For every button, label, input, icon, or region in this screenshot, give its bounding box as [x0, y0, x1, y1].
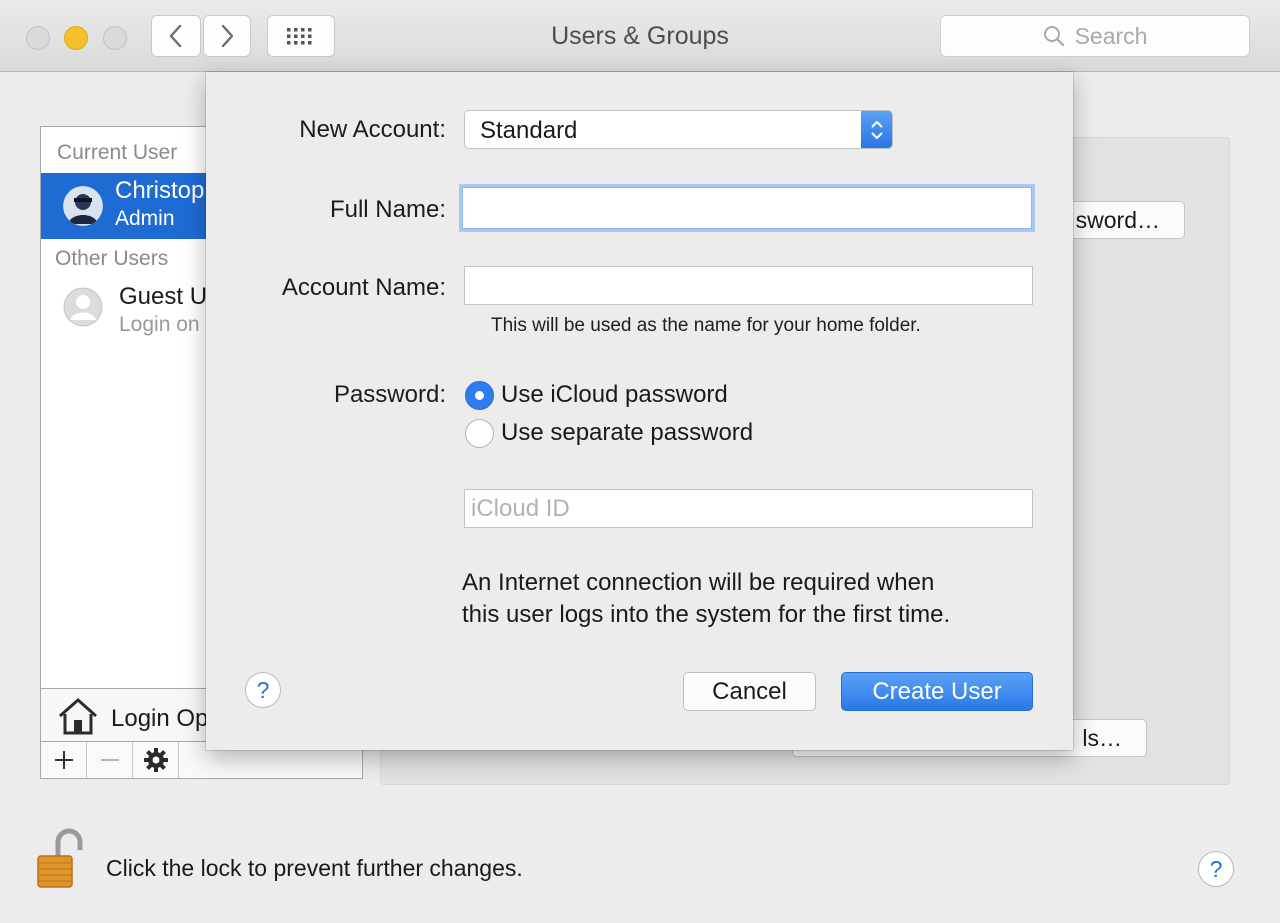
use-icloud-password-radio[interactable]	[465, 381, 494, 410]
full-name-label: Full Name:	[329, 196, 446, 223]
chevron-left-icon	[169, 24, 182, 48]
account-name-label: Account Name:	[281, 274, 446, 301]
minus-icon	[100, 759, 119, 761]
title-bar: Users & Groups Search	[0, 0, 1280, 72]
internet-required-note-line2: this user logs into the system for the f…	[462, 601, 951, 628]
lock-status-text: Click the lock to prevent further change…	[106, 855, 523, 881]
search-placeholder: Search	[1074, 22, 1148, 49]
show-all-button[interactable]	[267, 15, 335, 57]
search-icon	[1043, 26, 1064, 47]
change-password-label: sword…	[1075, 206, 1160, 233]
guest-user-status: Login on	[119, 313, 200, 336]
sheet-help-button[interactable]: ?	[245, 672, 281, 708]
action-menu-button[interactable]	[133, 742, 179, 778]
forward-button[interactable]	[203, 15, 251, 57]
account-type-value: Standard	[480, 117, 578, 144]
other-users-header: Other Users	[55, 247, 169, 270]
window-title: Users & Groups	[551, 22, 729, 50]
password-label: Password:	[333, 381, 446, 408]
login-options-label: Login Op	[111, 705, 209, 732]
close-window-button[interactable]	[26, 26, 50, 50]
grid-icon	[287, 28, 312, 45]
current-user-header: Current User	[57, 141, 178, 164]
create-user-button[interactable]: Create User	[841, 672, 1033, 711]
home-folder-hint: This will be used as the name for your h…	[491, 315, 921, 336]
new-account-sheet	[206, 72, 1073, 750]
gear-icon	[143, 748, 168, 772]
use-icloud-password-label[interactable]: Use iCloud password	[501, 381, 728, 409]
full-name-input[interactable]	[462, 187, 1032, 229]
back-button[interactable]	[151, 15, 201, 57]
help-button[interactable]: ?	[1198, 851, 1234, 887]
minimize-window-button[interactable]	[64, 26, 88, 50]
popup-arrows-icon	[861, 111, 892, 148]
account-type-popup[interactable]: Standard	[464, 110, 893, 149]
plus-icon	[54, 751, 73, 769]
zoom-window-button[interactable]	[103, 26, 127, 50]
house-icon	[59, 698, 97, 735]
search-field[interactable]: Search	[940, 15, 1250, 57]
use-separate-password-label[interactable]: Use separate password	[501, 419, 753, 447]
account-name-input[interactable]	[464, 266, 1033, 305]
lock-open-icon[interactable]	[36, 828, 84, 890]
use-separate-password-radio[interactable]	[465, 419, 494, 448]
add-user-button[interactable]	[41, 742, 87, 778]
chevron-right-icon	[221, 24, 234, 48]
parental-controls-label: ls…	[1082, 724, 1122, 751]
new-account-label: New Account:	[299, 116, 446, 143]
internet-required-note-line1: An Internet connection will be required …	[462, 569, 935, 596]
cancel-button[interactable]: Cancel	[683, 672, 816, 711]
remove-user-button[interactable]	[87, 742, 133, 778]
icloud-id-input[interactable]	[464, 489, 1033, 528]
